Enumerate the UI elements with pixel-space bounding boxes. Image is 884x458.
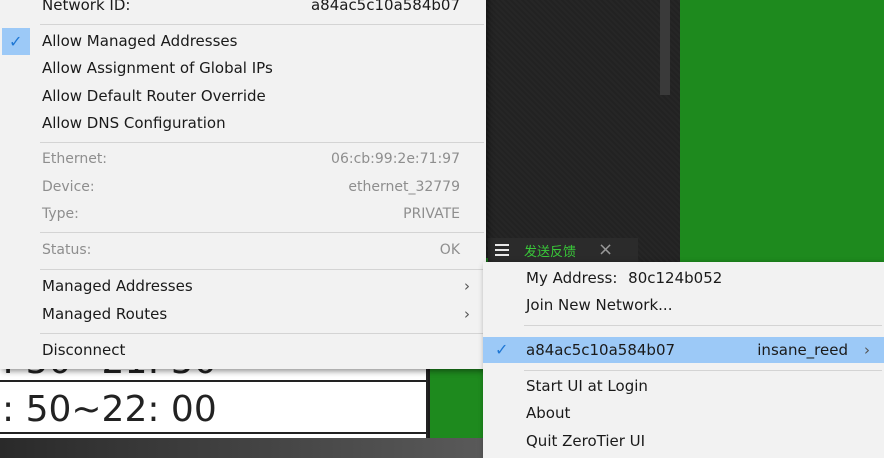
menu-item-allow-dns[interactable]: Allow DNS Configuration [0,110,486,137]
quit-button[interactable]: Quit ZeroTier UI [483,428,884,455]
my-address-label: My Address: [526,269,618,287]
separator [40,24,484,25]
network-item[interactable]: ✓ a84ac5c10a584b07 insane_reed › [483,337,884,363]
menu-item-allow-default-router[interactable]: Allow Default Router Override [0,83,486,110]
chevron-right-icon: › [464,305,470,323]
close-icon[interactable]: × [598,241,613,259]
chevron-right-icon: › [864,341,870,359]
chevron-right-icon: › [464,277,470,295]
check-icon: ✓ [9,32,23,51]
network-id-row: Network ID: a84ac5c10a584b07 [0,0,486,19]
disconnect-button[interactable]: Disconnect [0,337,486,364]
separator [40,232,484,233]
type-row: Type: PRIVATE [42,206,460,222]
menu-item-allow-global-ips[interactable]: Allow Assignment of Global IPs [0,55,486,82]
network-id-label: Network ID: [42,0,131,14]
network-name: insane_reed [757,341,848,359]
submenu-managed-routes[interactable]: Managed Routes › [0,301,486,328]
tray-menu: My Address: 80c124b052 Join New Network.… [483,262,884,458]
menu-icon[interactable] [495,244,509,256]
time-table: : 50~21: 50 : 50~22: 00 [0,344,428,438]
menu-item-allow-managed-addresses[interactable]: ✓ Allow Managed Addresses [0,28,486,55]
table-border [426,366,428,438]
separator [40,269,484,270]
feedback-link[interactable]: 发送反馈 [524,241,576,260]
network-id-value: a84ac5c10a584b07 [310,0,460,14]
separator [524,325,882,326]
network-context-menu: Network ID: a84ac5c10a584b07 ✓ Allow Man… [0,0,486,369]
my-address-row[interactable]: My Address: 80c124b052 [483,265,884,292]
feedback-bar: 发送反馈 × [488,238,638,262]
separator [40,142,484,143]
submenu-managed-addresses[interactable]: Managed Addresses › [0,273,486,300]
background-scrollbar [660,0,670,95]
my-address-value: 80c124b052 [628,269,723,287]
separator [524,370,882,371]
about-button[interactable]: About [483,400,884,427]
start-ui-at-login[interactable]: Start UI at Login [483,373,884,400]
join-network-button[interactable]: Join New Network... [483,292,884,319]
status-row: Status: OK [42,242,460,258]
network-id: a84ac5c10a584b07 [526,341,676,359]
taskbar-strip [0,438,490,458]
time-row: : 50~22: 00 [0,388,426,434]
separator [40,333,484,334]
device-row: Device: ethernet_32779 [42,179,460,195]
check-icon: ✓ [495,340,509,359]
ethernet-row: Ethernet: 06:cb:99:2e:71:97 [42,151,460,167]
